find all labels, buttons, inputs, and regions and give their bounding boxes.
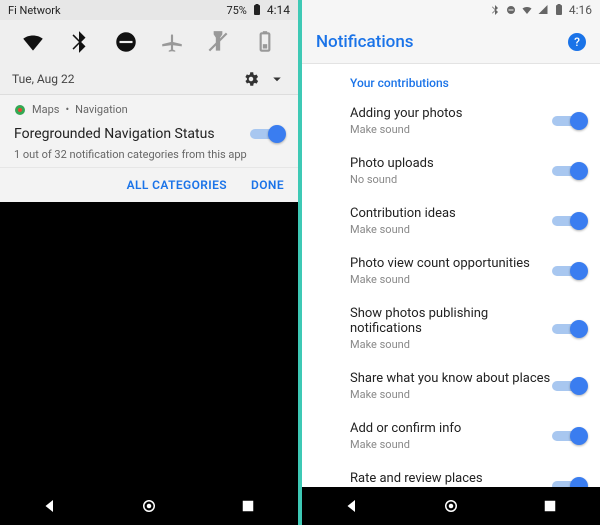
setting-toggle[interactable] [552,426,586,446]
setting-subtitle: Make sound [350,338,552,351]
notification-title: Foregrounded Navigation Status [14,126,215,142]
airplane-icon[interactable] [159,29,185,55]
setting-row[interactable]: Rate and review placesMake sound [302,461,600,487]
quick-settings-panel: Tue, Aug 22 Maps • Navigation [0,20,298,202]
setting-subtitle: Make sound [350,223,552,236]
flashlight-icon[interactable] [205,29,231,55]
battery-percent: 75% [226,4,246,17]
setting-toggle[interactable] [552,476,586,487]
setting-row[interactable]: Photo view count opportunities Make sound [302,246,600,296]
nav-home-icon[interactable] [442,497,460,515]
phone-left: Fi Network 75% 4:14 [0,0,298,525]
phone-right: 4:16 Notifications ? Your contributions … [302,0,600,525]
notification-card[interactable]: Maps • Navigation Foregrounded Navigatio… [0,94,298,167]
done-button[interactable]: DONE [251,178,284,192]
dnd-status-icon [505,4,517,16]
bluetooth-icon[interactable] [66,29,92,55]
setting-subtitle: No sound [350,173,552,186]
battery-status-icon [553,4,565,16]
setting-subtitle: Make sound [350,123,552,136]
help-icon[interactable]: ? [568,33,586,51]
setting-subtitle: Make sound [350,273,552,286]
nav-bar [0,487,298,525]
expand-caret-icon[interactable] [268,70,286,88]
nav-bar [302,487,600,525]
settings-header: Notifications ? [302,20,600,64]
setting-row[interactable]: Contribution ideas Make sound [302,196,600,246]
setting-toggle[interactable] [552,261,586,281]
notification-settings-list[interactable]: Your contributions Adding your photos Mak… [302,64,600,487]
setting-row[interactable]: Share what you know about places Make sou… [302,361,600,411]
notification-toggle[interactable] [250,124,284,144]
setting-toggle[interactable] [552,111,586,131]
carrier-label: Fi Network [8,4,61,17]
nav-home-icon[interactable] [140,497,158,515]
nav-back-icon[interactable] [343,497,361,515]
nav-recents-icon[interactable] [541,497,559,515]
nav-back-icon[interactable] [41,497,59,515]
wifi-status-icon [521,4,533,16]
all-categories-button[interactable]: ALL CATEGORIES [127,178,227,192]
setting-title: Photo uploads [350,156,552,171]
notification-app-name: Maps [32,103,59,116]
setting-title: Adding your photos [350,106,552,121]
setting-title: Show photos publishing notifications [350,306,552,336]
notification-channel: Navigation [75,103,128,116]
do-not-disturb-icon[interactable] [113,29,139,55]
setting-title: Add or confirm info [350,421,552,436]
nav-recents-icon[interactable] [239,497,257,515]
bluetooth-status-icon [489,4,501,16]
section-header: Your contributions [302,64,600,96]
setting-subtitle: Make sound [350,388,552,401]
setting-row[interactable]: Adding your photos Make sound [302,96,600,146]
setting-title: Contribution ideas [350,206,552,221]
setting-toggle[interactable] [552,376,586,396]
status-bar-left: Fi Network 75% 4:14 [0,0,298,20]
clock: 4:16 [569,3,592,17]
date-row: Tue, Aug 22 [0,64,298,94]
notification-subtext: 1 out of 32 notification categories from… [14,148,284,161]
battery-tile-icon[interactable] [252,29,278,55]
battery-icon [251,4,263,16]
settings-title: Notifications [316,32,414,52]
date-label: Tue, Aug 22 [12,72,75,86]
clock: 4:14 [267,3,290,17]
setting-row[interactable]: Add or confirm info Make sound [302,411,600,461]
wifi-icon[interactable] [20,29,46,55]
setting-toggle[interactable] [552,211,586,231]
setting-row[interactable]: Photo uploads No sound [302,146,600,196]
setting-toggle[interactable] [552,319,586,339]
setting-subtitle: Make sound [350,438,552,451]
setting-row[interactable]: Show photos publishing notifications Make… [302,296,600,361]
maps-icon [14,104,26,116]
setting-title: Rate and review places [350,471,552,486]
notification-app-row: Maps • Navigation [14,103,284,116]
setting-title: Share what you know about places [350,371,552,386]
setting-toggle[interactable] [552,161,586,181]
setting-title: Photo view count opportunities [350,256,552,271]
shade-backdrop [0,202,298,487]
signal-status-icon [537,4,549,16]
notification-actions: ALL CATEGORIES DONE [0,167,298,202]
status-bar-right: 4:16 [302,0,600,20]
quick-settings-row [0,20,298,64]
settings-gear-icon[interactable] [242,70,260,88]
